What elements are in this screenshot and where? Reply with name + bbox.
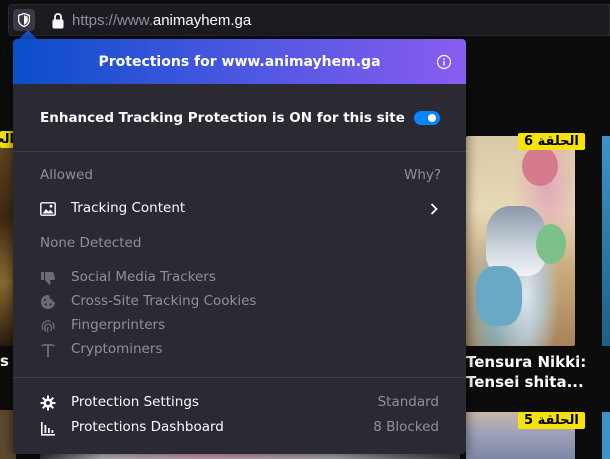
chevron-right-icon xyxy=(430,203,438,215)
panel-divider xyxy=(13,377,466,378)
cryptominers-row[interactable]: Cryptominers xyxy=(13,338,466,362)
tracking-content-row[interactable]: Tracking Content xyxy=(13,197,466,221)
protections-panel: Protections for www.animayhem.ga Enhance… xyxy=(13,39,466,454)
gear-icon xyxy=(40,395,56,411)
url-domain: animayhem.ga xyxy=(152,12,252,29)
social-media-trackers-label: Social Media Trackers xyxy=(71,269,216,285)
none-detected-section-label: None Detected xyxy=(40,235,142,251)
lock-icon[interactable] xyxy=(50,12,66,30)
image-icon xyxy=(40,202,56,216)
episode-badge: الحلقة 6 xyxy=(518,133,585,150)
thumbs-down-icon xyxy=(41,272,56,285)
url-text[interactable]: https://www.animayhem.ga xyxy=(72,12,251,29)
cryptominers-label: Cryptominers xyxy=(71,341,163,357)
anime-title-line: Tensura Nikki: xyxy=(466,353,587,371)
why-link[interactable]: Why? xyxy=(404,167,441,183)
tracking-content-label: Tracking Content xyxy=(71,200,186,216)
anime-title-line: Tensei shita... xyxy=(466,373,584,391)
episode-badge: الحلقة 5 xyxy=(518,412,585,429)
allowed-section-label: Allowed xyxy=(40,167,93,183)
poster-figure xyxy=(522,146,558,186)
blocked-count-value: 8 Blocked xyxy=(373,419,439,435)
etp-status-label: Enhanced Tracking Protection is ON for t… xyxy=(40,110,405,126)
episode-badge: الحلقة xyxy=(0,131,14,148)
info-icon[interactable] xyxy=(436,54,452,70)
tracking-protection-button[interactable] xyxy=(13,9,35,31)
url-prefix: https://www. xyxy=(72,12,153,29)
anime-card-thumbnail[interactable] xyxy=(602,412,610,459)
anime-title[interactable]: Tensura Nikki: Tensei shita... xyxy=(466,352,610,392)
pickaxe-icon xyxy=(41,343,55,357)
browser-toolbar: https://www.animayhem.ga xyxy=(0,0,610,44)
etp-toggle-row: Enhanced Tracking Protection is ON for t… xyxy=(13,84,466,152)
bar-chart-icon xyxy=(41,422,55,436)
anime-card-thumbnail[interactable] xyxy=(466,136,575,346)
protections-dashboard-label: Protections Dashboard xyxy=(71,419,224,435)
panel-title: Protections for www.animayhem.ga xyxy=(98,53,381,70)
fingerprint-icon xyxy=(41,320,55,333)
cookie-icon xyxy=(41,295,55,309)
protection-settings-label: Protection Settings xyxy=(71,394,199,410)
protection-level-value: Standard xyxy=(377,394,439,410)
etp-toggle[interactable] xyxy=(414,111,440,125)
toggle-knob xyxy=(428,114,436,122)
social-media-trackers-row[interactable]: Social Media Trackers xyxy=(13,266,466,290)
fingerprinters-label: Fingerprinters xyxy=(71,317,166,333)
poster-figure xyxy=(476,266,522,326)
protection-settings-row[interactable]: Protection Settings Standard xyxy=(13,391,466,415)
panel-header: Protections for www.animayhem.ga xyxy=(13,39,466,84)
protections-dashboard-row[interactable]: Protections Dashboard 8 Blocked xyxy=(13,416,466,440)
poster-figure xyxy=(536,224,566,264)
cross-site-cookies-row[interactable]: Cross-Site Tracking Cookies xyxy=(13,290,466,314)
fingerprinters-row[interactable]: Fingerprinters xyxy=(13,314,466,338)
shield-icon xyxy=(18,13,30,27)
anime-card-thumbnail[interactable] xyxy=(602,136,610,346)
cross-site-cookies-label: Cross-Site Tracking Cookies xyxy=(71,293,257,309)
